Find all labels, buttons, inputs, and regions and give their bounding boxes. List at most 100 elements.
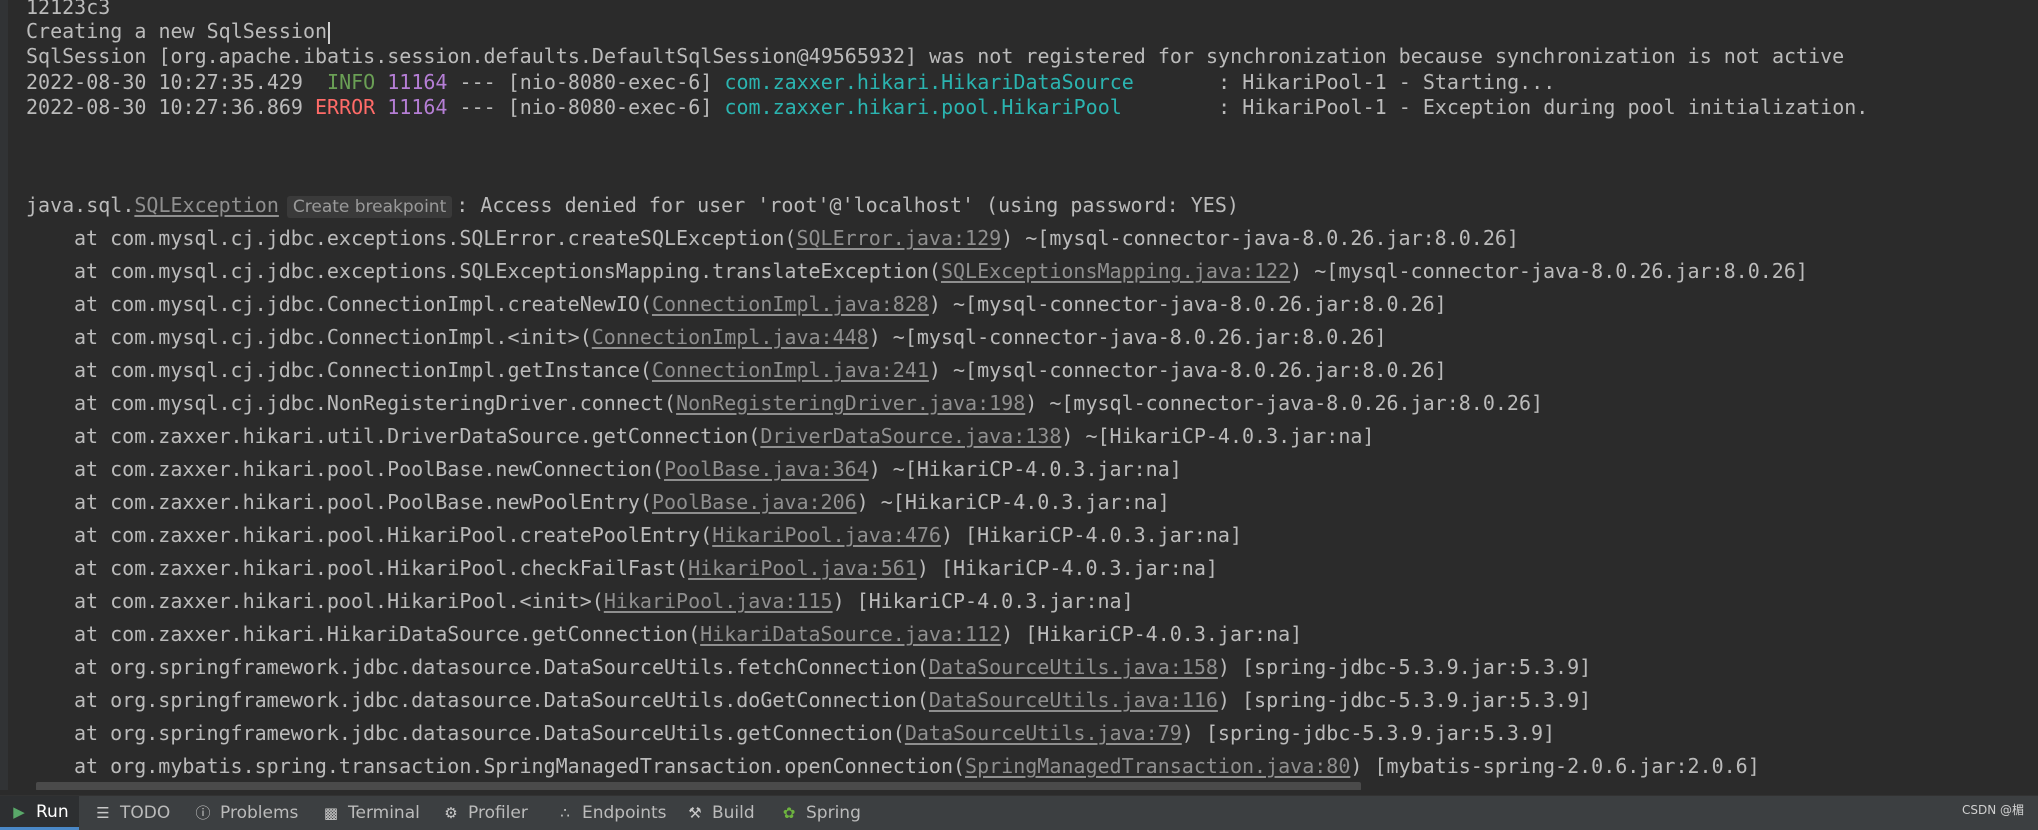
stack-frame-jar: ) [spring-jdbc-5.3.9.jar:5.3.9] (1181, 721, 1556, 745)
stack-frame-file-link[interactable]: DriverDataSource.java:138 (760, 424, 1061, 448)
stack-frame-file-link[interactable]: ConnectionImpl.java:828 (652, 292, 929, 316)
stack-frame-file-link[interactable]: HikariPool.java:561 (688, 556, 917, 580)
stack-frame-jar: ) [spring-jdbc-5.3.9.jar:5.3.9] (1217, 655, 1592, 679)
exception-class-link[interactable]: SQLException (134, 193, 279, 217)
log-timestamp: 2022-08-30 10:27:36.869 (26, 95, 303, 119)
stack-frame-file-link[interactable]: PoolBase.java:206 (652, 490, 857, 514)
stack-frame-file-link[interactable]: HikariDataSource.java:112 (700, 622, 1001, 646)
stack-frame: at org.springframework.jdbc.datasource.D… (26, 651, 1591, 684)
tab-terminal-label: Terminal (348, 803, 420, 823)
run-console-output[interactable]: 12123c3 Creating a new SqlSession SqlSes… (0, 0, 2038, 790)
tab-spring-label: Spring (806, 803, 861, 823)
stack-frame-jar: ) [mybatis-spring-2.0.6.jar:2.0.6] (1350, 754, 1760, 778)
log-thread: --- [nio-8080-exec-6] (447, 95, 725, 119)
stack-frame-method: at org.springframework.jdbc.datasource.D… (74, 655, 929, 679)
horizontal-scrollbar[interactable] (36, 782, 1361, 790)
stack-frame-method: at org.mybatis.spring.transaction.Spring… (74, 754, 966, 778)
stack-frame-method: at com.mysql.cj.jdbc.exceptions.SQLError… (74, 226, 797, 250)
tab-build[interactable]: ⚒ Build (676, 796, 765, 830)
tab-build-label: Build (712, 803, 755, 823)
stack-frame-method: at com.zaxxer.hikari.util.DriverDataSour… (74, 424, 761, 448)
stack-frame: at com.mysql.cj.jdbc.exceptions.SQLExcep… (26, 255, 1808, 288)
exception-line: java.sql.SQLException Create breakpoint: … (26, 189, 1239, 222)
stack-frame-method: at com.mysql.cj.jdbc.NonRegisteringDrive… (74, 391, 677, 415)
stack-frame-file-link[interactable]: DataSourceUtils.java:116 (929, 688, 1218, 712)
tab-problems-label: Problems (220, 803, 299, 823)
stack-frame: at com.zaxxer.hikari.pool.HikariPool.cre… (26, 519, 1242, 552)
stack-frame: at com.mysql.cj.jdbc.NonRegisteringDrive… (26, 387, 1543, 420)
tab-todo-label: TODO (120, 803, 171, 823)
stack-frame-file-link[interactable]: ConnectionImpl.java:448 (592, 325, 869, 349)
stack-frame-file-link[interactable]: ConnectionImpl.java:241 (652, 358, 929, 382)
stack-frame: at com.zaxxer.hikari.pool.HikariPool.<in… (26, 585, 1134, 618)
tab-endpoints[interactable]: ∴ Endpoints (546, 796, 677, 830)
stack-frame-file-link[interactable]: HikariPool.java:476 (712, 523, 941, 547)
stack-frame-file-link[interactable]: PoolBase.java:364 (664, 457, 869, 481)
stack-frame-method: at org.springframework.jdbc.datasource.D… (74, 688, 929, 712)
log-pid: 11164 (387, 95, 448, 119)
list-icon: ☰ (96, 804, 110, 822)
stack-frame: at com.mysql.cj.jdbc.ConnectionImpl.<ini… (26, 321, 1386, 354)
tab-run-label: Run (36, 801, 69, 822)
tab-problems[interactable]: ⓘ Problems (184, 796, 308, 830)
stack-frame-file-link[interactable]: DataSourceUtils.java:79 (905, 721, 1182, 745)
stack-frame: at com.zaxxer.hikari.pool.HikariPool.che… (26, 552, 1218, 585)
stack-frame: at org.mybatis.spring.transaction.Spring… (26, 750, 1760, 783)
tab-spring[interactable]: ✿ Spring (770, 796, 871, 830)
tab-todo[interactable]: ☰ TODO (84, 796, 180, 830)
stack-frame: at com.mysql.cj.jdbc.exceptions.SQLError… (26, 222, 1519, 255)
stack-frame-jar: ) ~[mysql-connector-java-8.0.26.jar:8.0.… (1025, 391, 1544, 415)
stack-frame-method: at com.zaxxer.hikari.pool.HikariPool.cre… (74, 523, 713, 547)
stack-frame: at com.zaxxer.hikari.pool.PoolBase.newCo… (26, 453, 1182, 486)
watermark: CSDN @楣 (1961, 803, 2024, 817)
stack-frame-file-link[interactable]: DataSourceUtils.java:158 (929, 655, 1218, 679)
stack-frame-jar: ) ~[HikariCP-4.0.3.jar:na] (868, 457, 1182, 481)
stack-frame-method: at com.zaxxer.hikari.pool.PoolBase.newCo… (74, 457, 665, 481)
stack-frame-file-link[interactable]: SQLError.java:129 (796, 226, 1001, 250)
tab-terminal[interactable]: ▩ Terminal (312, 796, 430, 830)
stack-frame: at com.zaxxer.hikari.util.DriverDataSour… (26, 420, 1374, 453)
stack-frame-jar: ) [HikariCP-4.0.3.jar:na] (1001, 622, 1303, 646)
stack-frame-file-link[interactable]: HikariPool.java:115 (604, 589, 833, 613)
stack-frame-jar: ) ~[HikariCP-4.0.3.jar:na] (856, 490, 1170, 514)
stack-frame: at com.mysql.cj.jdbc.ConnectionImpl.getI… (26, 354, 1447, 387)
stack-frame-method: at com.zaxxer.hikari.pool.HikariPool.che… (74, 556, 689, 580)
stack-frame-file-link[interactable]: SQLExceptionsMapping.java:122 (941, 259, 1290, 283)
create-breakpoint-hint[interactable]: Create breakpoint (286, 196, 453, 218)
log-logger: com.zaxxer.hikari.pool.HikariPool (724, 95, 1207, 119)
exception-package: java.sql. (26, 193, 135, 217)
stack-frame-file-link[interactable]: SpringManagedTransaction.java:80 (965, 754, 1350, 778)
stack-frame-jar: ) [HikariCP-4.0.3.jar:na] (832, 589, 1134, 613)
problems-icon: ⓘ (195, 804, 211, 822)
stack-frame-method: at com.mysql.cj.jdbc.exceptions.SQLExcep… (74, 259, 941, 283)
terminal-icon: ▩ (323, 804, 339, 822)
tab-profiler-label: Profiler (468, 803, 528, 823)
tab-endpoints-label: Endpoints (582, 803, 667, 823)
spring-leaf-icon: ✿ (782, 804, 796, 822)
stack-frame-jar: ) ~[mysql-connector-java-8.0.26.jar:8.0.… (928, 358, 1447, 382)
log-line-error: 2022-08-30 10:27:36.869 ERROR 11164 --- … (26, 91, 1868, 124)
log-message: : HikariPool-1 - Exception during pool i… (1206, 95, 1869, 119)
stack-frame-method: at com.zaxxer.hikari.HikariDataSource.ge… (74, 622, 701, 646)
tool-window-bar: ▶ Run ☰ TODO ⓘ Problems ▩ Terminal ⚙ Pro… (0, 795, 2038, 830)
stack-frame: at com.zaxxer.hikari.pool.PoolBase.newPo… (26, 486, 1170, 519)
tab-profiler[interactable]: ⚙ Profiler (432, 796, 538, 830)
tab-run[interactable]: ▶ Run (0, 796, 79, 830)
run-icon: ▶ (13, 802, 25, 821)
stack-frame-jar: ) ~[mysql-connector-java-8.0.26.jar:8.0.… (1001, 226, 1519, 250)
stack-frame-file-link[interactable]: NonRegisteringDriver.java:198 (676, 391, 1025, 415)
stack-frame: at com.mysql.cj.jdbc.ConnectionImpl.crea… (26, 288, 1447, 321)
stack-frame-method: at com.zaxxer.hikari.pool.HikariPool.<in… (74, 589, 604, 613)
log-level-error: ERROR (315, 95, 376, 119)
profiler-icon: ⚙ (444, 804, 458, 822)
stack-frame: at org.springframework.jdbc.datasource.D… (26, 684, 1591, 717)
stack-frame-jar: ) [HikariCP-4.0.3.jar:na] (940, 523, 1242, 547)
stack-frame-method: at com.mysql.cj.jdbc.ConnectionImpl.<ini… (74, 325, 592, 349)
stack-frame-jar: ) ~[HikariCP-4.0.3.jar:na] (1061, 424, 1375, 448)
stack-frame: at org.springframework.jdbc.datasource.D… (26, 717, 1555, 750)
stack-frame-method: at com.mysql.cj.jdbc.ConnectionImpl.getI… (74, 358, 652, 382)
stack-frame-jar: ) ~[mysql-connector-java-8.0.26.jar:8.0.… (868, 325, 1387, 349)
stack-frame: at com.zaxxer.hikari.HikariDataSource.ge… (26, 618, 1302, 651)
stack-frame-jar: ) ~[mysql-connector-java-8.0.26.jar:8.0.… (928, 292, 1447, 316)
stack-frame-method: at com.mysql.cj.jdbc.ConnectionImpl.crea… (74, 292, 652, 316)
